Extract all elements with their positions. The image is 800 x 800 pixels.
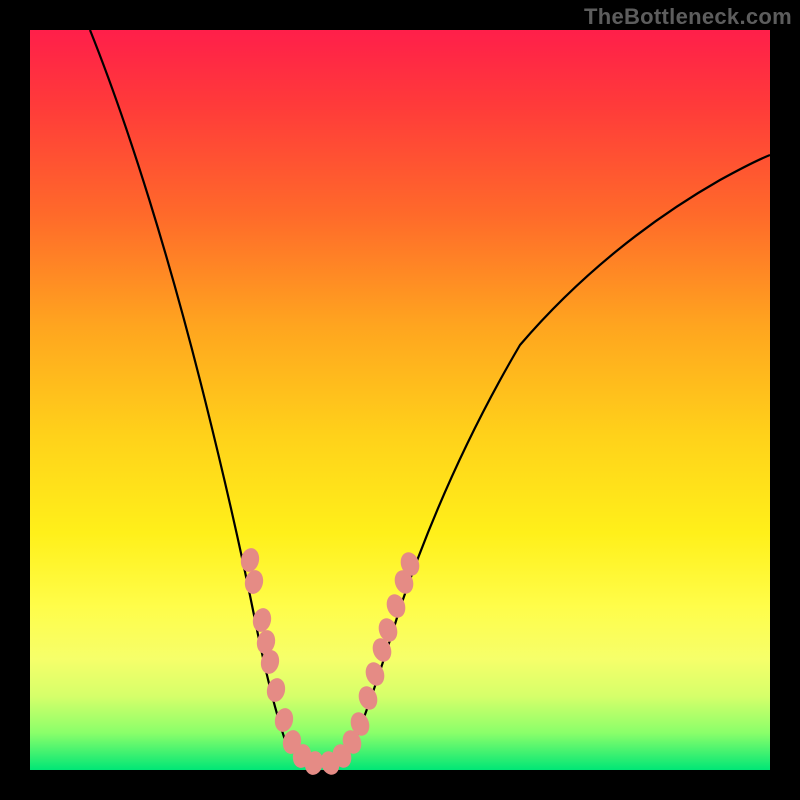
right-curve — [322, 155, 770, 765]
plot-area — [30, 30, 770, 770]
beads-group — [239, 546, 423, 777]
chart-svg — [30, 30, 770, 770]
bead — [239, 546, 262, 573]
bead — [363, 660, 388, 688]
watermark: TheBottleneck.com — [584, 4, 792, 30]
curve-group — [90, 30, 770, 765]
chart-frame: TheBottleneck.com — [0, 0, 800, 800]
bead — [356, 684, 381, 712]
left-curve — [90, 30, 322, 765]
